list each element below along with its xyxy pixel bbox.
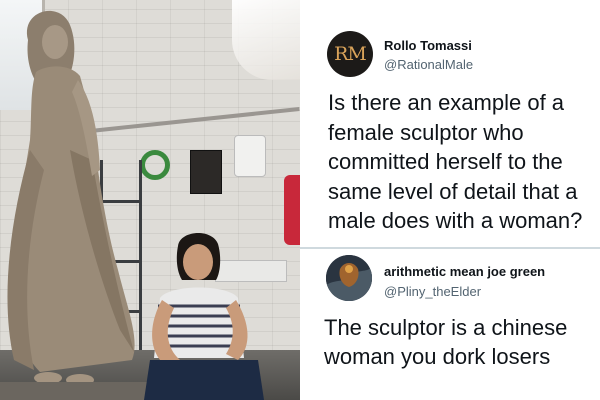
user-handle[interactable]: @RationalMale — [384, 57, 473, 72]
tweet-text-line: Is there an example of a — [328, 90, 565, 115]
tweet-card[interactable]: RM Rollo Tomassi @RationalMale Is there … — [300, 0, 600, 248]
red-cloth — [284, 175, 300, 245]
avatar[interactable] — [326, 255, 372, 301]
tweet-text-line: The sculptor is a chinese — [324, 315, 568, 340]
avatar-monogram: RM — [334, 43, 367, 65]
water-heater — [234, 135, 266, 177]
tweet-text: The sculptor is a chinese woman you dork… — [324, 313, 567, 371]
statue — [0, 10, 150, 400]
avatar-image — [326, 255, 372, 301]
tweet-text-line: committed herself to the — [328, 149, 563, 175]
tweet-text-line: woman you dork losers — [324, 344, 551, 369]
tweet-panel: RM Rollo Tomassi @RationalMale Is there … — [300, 0, 600, 400]
avatar[interactable]: RM — [327, 31, 373, 77]
display-name[interactable]: arithmetic mean joe green — [384, 264, 545, 279]
wall-poster — [190, 150, 222, 194]
display-name[interactable]: Rollo Tomassi — [384, 38, 472, 53]
tweet-text-line: same level of detail that a — [328, 178, 578, 204]
tweet-text: Is there an example of a female sculptor… — [328, 88, 582, 236]
photo-panel — [0, 0, 300, 400]
tweet-card[interactable]: arithmetic mean joe green @Pliny_theElde… — [300, 249, 600, 400]
user-handle[interactable]: @Pliny_theElder — [384, 284, 481, 299]
sculptor-person — [144, 232, 264, 400]
tweet-text-line: male does with a woman? — [328, 208, 583, 234]
tweet-text-line: female sculptor who — [328, 119, 524, 145]
